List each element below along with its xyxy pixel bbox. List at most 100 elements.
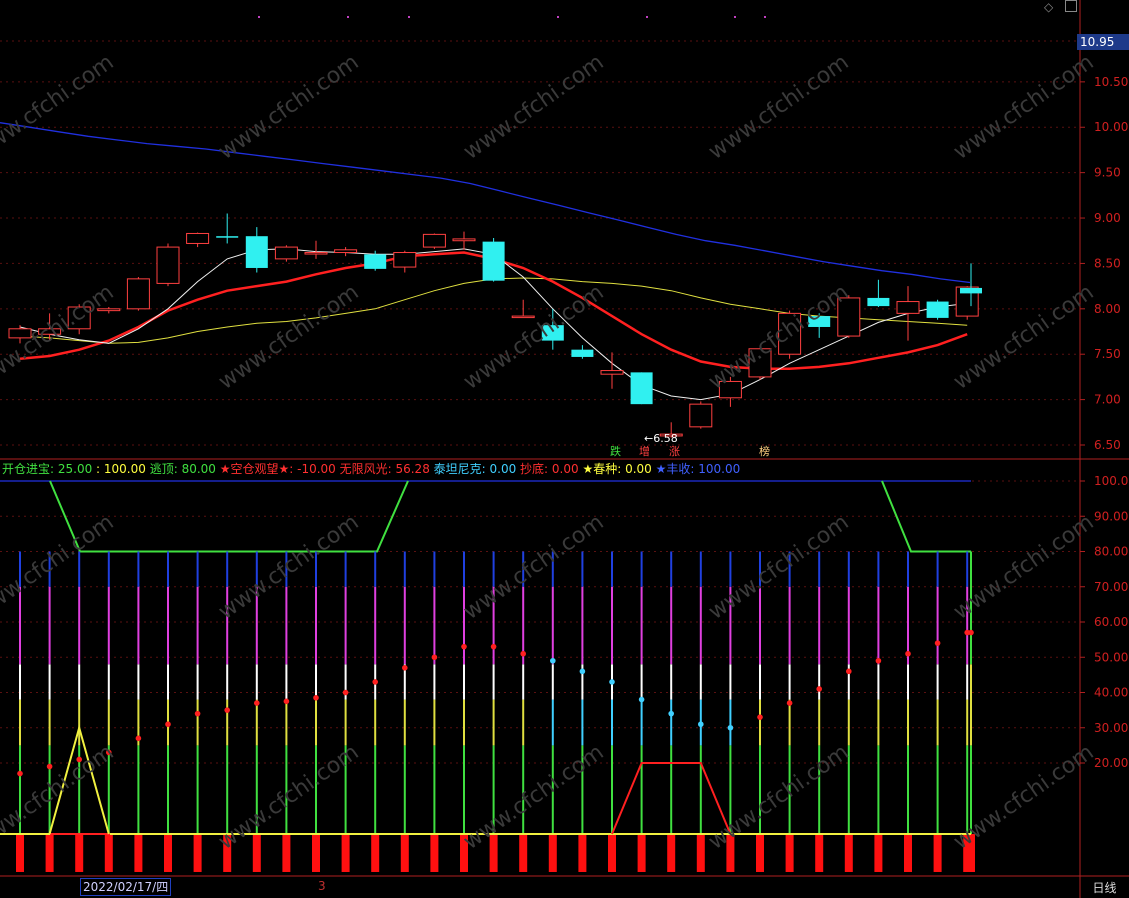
bottom-signal-bar xyxy=(844,834,853,872)
candle-body-up xyxy=(422,233,446,248)
legend-item: 开仓进宝: 25.00 xyxy=(2,462,93,476)
indicator-dot xyxy=(253,700,260,706)
current-price-marker: 10.95 xyxy=(1077,34,1129,50)
indicator-dot xyxy=(905,650,911,657)
indicator-dot xyxy=(135,735,142,742)
watermark-text: www.cfchi.com xyxy=(704,510,853,625)
indicator-dot xyxy=(668,710,674,717)
price-tick-label: 6.50 xyxy=(1094,438,1121,452)
bottom-signal-bar xyxy=(933,834,942,872)
price-tick-label: 10.50 xyxy=(1094,75,1128,89)
watermark-text: www.cfchi.com xyxy=(214,280,363,395)
indicator-dot xyxy=(402,665,408,671)
indicator-dot xyxy=(875,657,882,664)
watermark-text: www.cfchi.com xyxy=(459,280,608,395)
bottom-signal-bar xyxy=(696,834,705,872)
bottom-signal-bar xyxy=(400,834,409,872)
period-tab-daily[interactable]: 日线 xyxy=(1080,879,1129,897)
bottom-signal-bar xyxy=(252,834,261,872)
watermark-text: www.cfchi.com xyxy=(214,50,363,165)
price-tick-label: 9.50 xyxy=(1094,166,1121,180)
indicator-dot xyxy=(46,763,53,770)
indicator-tick-label: 30.00 xyxy=(1094,721,1128,735)
bottom-signal-bar xyxy=(637,834,646,872)
legend-item: ★空仓观望★: -10.00 xyxy=(215,462,336,476)
indicator-dot xyxy=(342,689,349,696)
watermark-text: www.cfchi.com xyxy=(949,50,1098,165)
indicator-dot xyxy=(727,724,734,731)
indicator-dot xyxy=(490,643,497,650)
indicator-dot xyxy=(283,698,290,705)
panel-toggle-icon[interactable] xyxy=(1065,0,1078,12)
indicator-dot xyxy=(431,654,438,661)
indicator-dot xyxy=(579,668,586,675)
legend-item: 泰坦尼克: 0.00 xyxy=(429,462,517,476)
candle-body-up xyxy=(600,370,624,375)
indicator-tick-label: 20.00 xyxy=(1094,756,1128,770)
candle-body-down xyxy=(630,372,653,405)
signal-marker: 榜 xyxy=(759,445,770,458)
bottom-signal-bar xyxy=(430,834,439,872)
watermark-text: www.cfchi.com xyxy=(704,740,853,855)
low-price-label: ←6.58 xyxy=(644,432,678,445)
price-tick-label: 8.50 xyxy=(1094,256,1121,270)
bottom-signal-bar xyxy=(667,834,676,872)
candle-body-up xyxy=(452,238,476,242)
candle-body-down xyxy=(216,236,239,238)
candle-body-down xyxy=(482,241,505,281)
price-tick-label: 8.00 xyxy=(1094,302,1121,316)
candle-body-up xyxy=(689,403,713,428)
bottom-signal-bar xyxy=(608,834,616,872)
candle-body-up xyxy=(304,252,328,255)
indicator-dot xyxy=(816,686,822,692)
chart-canvas[interactable]: 10.50 10.00 9.50 9.00 8.50 8.00 7.50 7.00 6.50 10… xyxy=(0,0,1129,898)
indicator-tick-label: 40.00 xyxy=(1094,686,1128,700)
indicator-tick-label: 100.00 xyxy=(1094,474,1129,488)
bottom-signal-bar xyxy=(519,834,528,872)
bottom-signal-bar xyxy=(16,834,24,872)
candle-body-down xyxy=(867,297,890,307)
candle-body-up xyxy=(393,252,417,268)
top-marker-dot xyxy=(646,16,648,18)
crosshair-date: 2022/02/17/四 xyxy=(80,878,172,896)
bottom-signal-bar xyxy=(785,834,794,872)
candle-body-down xyxy=(926,301,949,318)
top-marker-dot xyxy=(764,16,766,18)
page-indicator: 3 xyxy=(318,879,326,893)
watermark-text: www.cfchi.com xyxy=(459,50,608,165)
indicator-dot xyxy=(194,710,201,717)
indicator-dot xyxy=(934,640,941,646)
candle-body-up xyxy=(186,232,210,244)
price-tick-label: 10.00 xyxy=(1094,120,1128,134)
candle-body-down xyxy=(960,287,982,294)
indicator-dot xyxy=(165,721,171,728)
indicator-legend: 开仓进宝: 25.00 : 100.00 逃顶: 80.00 ★空仓观望★: -… xyxy=(2,460,740,477)
candle-body-up xyxy=(126,278,150,310)
legend-item: 逃顶: 80.00 xyxy=(145,462,216,476)
watermark-text: www.cfchi.com xyxy=(0,510,119,625)
watermark-text: www.cfchi.com xyxy=(704,280,853,395)
indicator-dot xyxy=(17,770,23,777)
candle-body-up xyxy=(156,246,180,284)
candle-body-down xyxy=(245,236,268,268)
indicator-dot xyxy=(461,643,467,650)
diamond-icon[interactable]: ◇ xyxy=(1044,0,1053,14)
indicator-dot xyxy=(786,700,793,706)
bottom-signal-bar xyxy=(193,834,202,872)
bottom-signal-bar xyxy=(371,834,380,872)
legend-item: 抄底: 0.00 xyxy=(516,462,579,476)
watermark-text: www.cfchi.com xyxy=(459,510,608,625)
top-marker-dot xyxy=(347,16,349,18)
bottom-signal-bar xyxy=(45,834,54,872)
bottom-signal-bar xyxy=(104,834,113,872)
indicator-dot xyxy=(638,696,645,703)
top-marker-dot xyxy=(734,16,736,18)
legend-item: : 100.00 xyxy=(92,462,146,476)
bottom-signal-bar xyxy=(548,834,557,872)
candle-body-up xyxy=(896,301,920,314)
indicator-dot xyxy=(224,707,230,713)
top-marker-dot xyxy=(557,16,559,18)
window-controls[interactable]: ◇ xyxy=(1044,0,1078,14)
candle-body-up xyxy=(274,246,298,260)
indicator-tick-label: 50.00 xyxy=(1094,650,1128,664)
